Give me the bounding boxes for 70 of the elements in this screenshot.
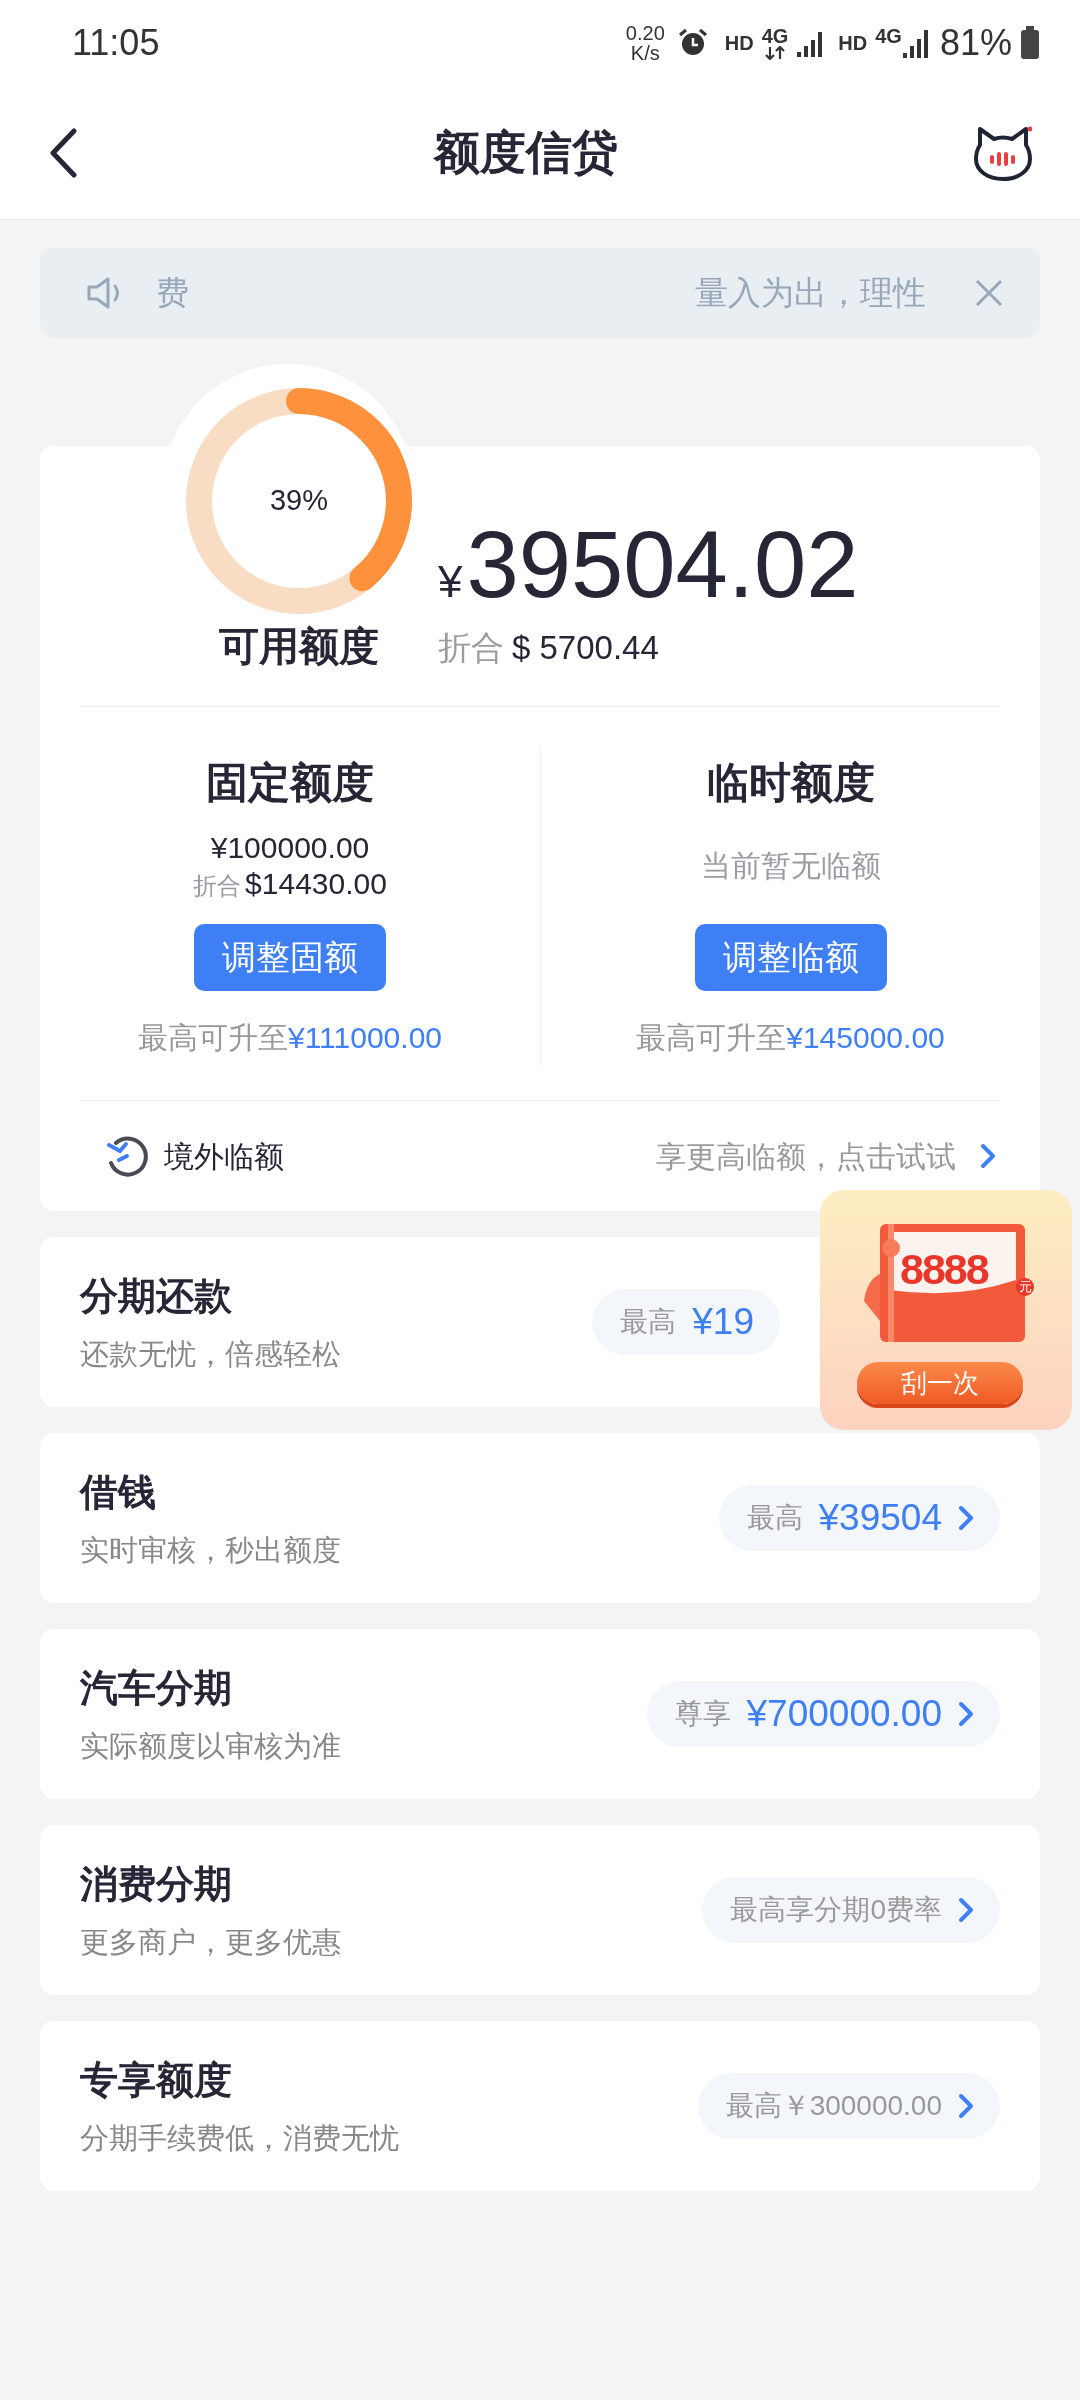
- product-subtitle: 还款无忧，倍感轻松: [80, 1336, 341, 1372]
- pill-value: ¥19: [692, 1300, 754, 1345]
- promo-card[interactable]: 8888 元 刮一次: [820, 1190, 1072, 1430]
- converted-label: 折合: [438, 628, 504, 666]
- quota-title: 临时额度: [706, 758, 875, 808]
- chevron-right-icon: [958, 1897, 974, 1923]
- currency-unit: 元: [1016, 1278, 1034, 1296]
- clock-plane-icon: [106, 1135, 148, 1177]
- product-card[interactable]: 分期还款 还款无忧，倍感轻松 最高 ¥19: [40, 1237, 820, 1407]
- product-subtitle: 分期手续费低，消费无忧: [80, 2120, 399, 2156]
- product-subtitle: 实时审核，秒出额度: [80, 1532, 341, 1568]
- pill-value: ¥39504: [818, 1496, 942, 1541]
- chevron-right-icon: [958, 2093, 974, 2119]
- network-type: 4G: [761, 26, 789, 46]
- product-card[interactable]: 汽车分期 实际额度以审核为准 尊享 ¥700000.00: [40, 1629, 1040, 1799]
- max-upgrade-text: 最高可升至¥145000.00: [636, 1020, 945, 1056]
- prize-amount: 8888: [900, 1246, 988, 1294]
- pill-label: 尊享: [674, 1697, 731, 1731]
- hd-label: HD: [838, 33, 868, 53]
- back-icon[interactable]: [48, 127, 78, 178]
- pill-value: ¥700000.00: [746, 1692, 942, 1737]
- quota-note: 当前暂无临额: [700, 848, 881, 884]
- network-speed: 0.20: [625, 23, 665, 43]
- chevron-right-icon: [980, 1143, 996, 1169]
- converted-label: 折合: [193, 872, 242, 899]
- limit-pill[interactable]: 最高享分期0费率: [702, 1877, 1000, 1943]
- pill-label: 最高: [746, 1501, 803, 1535]
- limit-pill[interactable]: 最高 ¥19: [592, 1289, 780, 1355]
- battery-percent: 81%: [939, 21, 1012, 65]
- converted-amount: $14430.00: [245, 867, 387, 900]
- notice-text: 量入为出，理性: [695, 273, 926, 314]
- page-title: 额度信贷: [434, 125, 618, 180]
- pill-label: 最高享分期0费率: [730, 1893, 942, 1927]
- quota-amount: ¥100000.00: [210, 830, 370, 866]
- currency-symbol: ¥: [438, 555, 463, 608]
- network-type: 4G: [875, 26, 902, 46]
- percent-text: 39%: [270, 483, 328, 519]
- quota-title: 固定额度: [206, 758, 374, 808]
- product-title: 汽车分期: [80, 1665, 233, 1711]
- data-arrows-icon: [764, 46, 786, 60]
- limit-pill[interactable]: 尊享 ¥700000.00: [646, 1681, 1000, 1747]
- product-title: 借钱: [80, 1469, 157, 1515]
- limit-pill[interactable]: 最高 ¥39504: [718, 1485, 1000, 1551]
- product-title: 分期还款: [80, 1273, 233, 1319]
- overseas-quota-label: 境外临额: [164, 1138, 284, 1175]
- limit-pill[interactable]: 最高￥300000.00: [697, 2073, 1000, 2139]
- product-subtitle: 更多商户，更多优惠: [80, 1924, 341, 1960]
- pill-label: 最高￥300000.00: [725, 2089, 942, 2123]
- product-title: 消费分期: [80, 1861, 233, 1907]
- product-card[interactable]: 专享额度 分期手续费低，消费无忧 最高￥300000.00: [40, 2021, 1040, 2191]
- network-speed-unit: K/s: [630, 43, 660, 63]
- pill-label: 最高: [620, 1305, 677, 1339]
- available-credit-label: 可用额度: [219, 623, 379, 670]
- product-subtitle: 实际额度以审核为准: [80, 1728, 341, 1764]
- product-card[interactable]: 消费分期 更多商户，更多优惠 最高享分期0费率: [40, 1825, 1040, 1995]
- battery-icon: [1020, 26, 1040, 60]
- converted-amount: $ 5700.44: [512, 628, 659, 666]
- adjust-quota-button[interactable]: 调整固额: [194, 924, 386, 991]
- credit-amount: 39504.02: [466, 517, 859, 612]
- clock-time: 11:05: [72, 21, 160, 65]
- max-upgrade-text: 最高可升至¥111000.00: [137, 1020, 442, 1056]
- product-title: 专享额度: [80, 2057, 233, 2103]
- hd-label: HD: [724, 33, 754, 53]
- chevron-right-icon: [958, 1505, 974, 1531]
- cat-face-icon[interactable]: [974, 124, 1032, 181]
- notice-text: 费: [156, 273, 189, 314]
- product-card[interactable]: 借钱 实时审核，秒出额度 最高 ¥39504: [40, 1433, 1040, 1603]
- adjust-quota-button[interactable]: 调整临额: [694, 924, 887, 991]
- chevron-right-icon: [958, 1701, 974, 1727]
- overseas-quota-link[interactable]: 享更高临额，点击试试: [656, 1133, 996, 1179]
